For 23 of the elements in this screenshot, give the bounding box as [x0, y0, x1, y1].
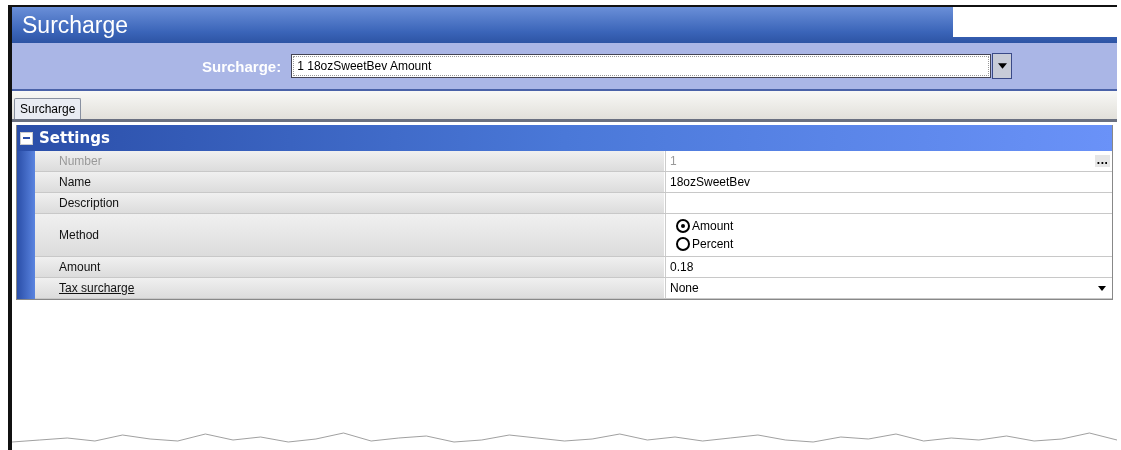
- window-title: Surcharge: [22, 11, 130, 39]
- dropdown-button[interactable]: [992, 53, 1013, 79]
- section-title: Settings: [39, 129, 110, 147]
- property-value: 0.18: [670, 260, 694, 274]
- property-label: Name: [59, 175, 91, 189]
- property-value: 1: [670, 154, 677, 168]
- selector-label: Surcharge:: [202, 57, 282, 75]
- property-label: Amount: [59, 260, 101, 274]
- radio-label[interactable]: Percent: [692, 237, 734, 251]
- property-label[interactable]: Tax surcharge: [59, 281, 135, 295]
- radio-label[interactable]: Amount: [692, 219, 734, 233]
- property-label: Number: [59, 154, 102, 168]
- property-label: Description: [59, 196, 120, 210]
- property-value: None: [670, 281, 699, 295]
- tab[interactable]: Surcharge: [14, 98, 82, 119]
- property-label: Method: [59, 228, 100, 242]
- radio-button[interactable]: [676, 219, 690, 233]
- collapse-icon[interactable]: [20, 131, 33, 145]
- radio-button[interactable]: [676, 237, 690, 251]
- caret-icon: [1098, 285, 1106, 291]
- surcharge-dropdown[interactable]: 1 18ozSweetBev Amount: [291, 54, 992, 78]
- property-value: 18ozSweetBev: [670, 175, 751, 189]
- caret-icon: [997, 63, 1007, 69]
